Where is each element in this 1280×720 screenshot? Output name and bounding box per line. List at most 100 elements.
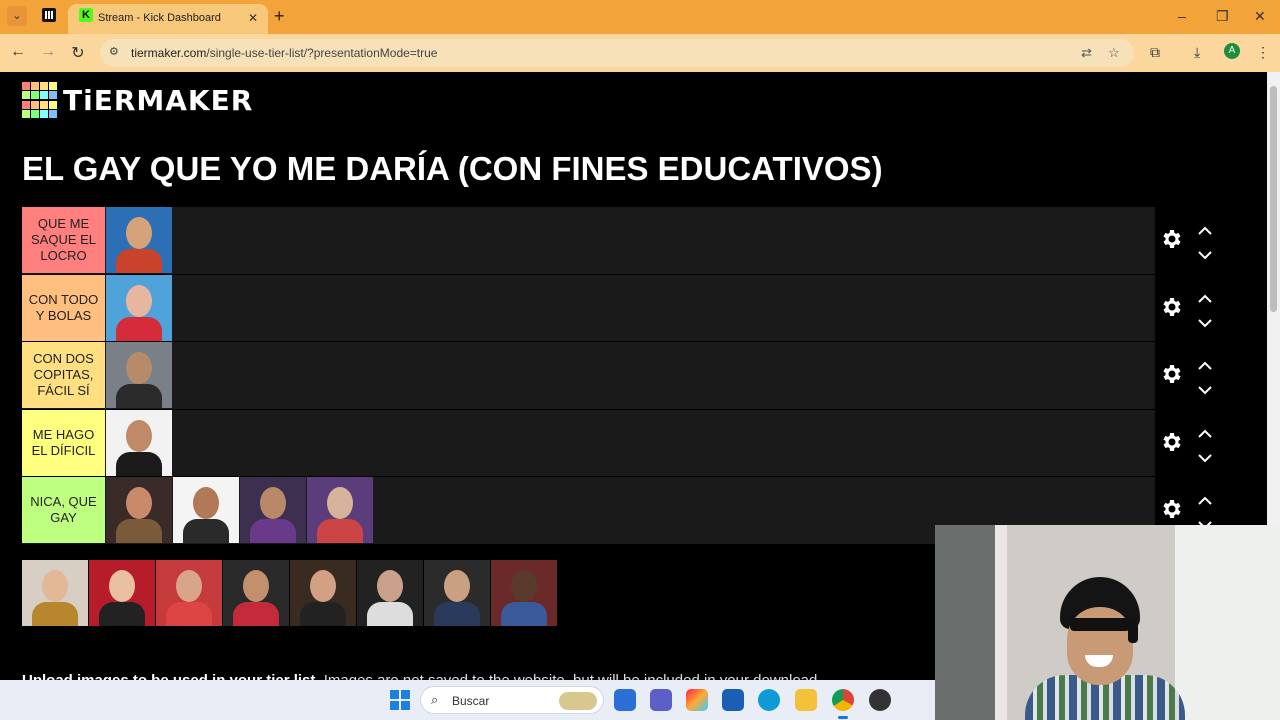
unranked-item-image[interactable] xyxy=(357,560,423,626)
tier-row: ME HAGO EL DÍFICIL xyxy=(22,409,1255,477)
webcam-person-glasses xyxy=(1070,618,1130,631)
tier-items[interactable] xyxy=(106,342,173,408)
chevron-up-icon[interactable] xyxy=(1197,291,1213,303)
chrome-icon[interactable] xyxy=(832,689,854,711)
tier-items[interactable] xyxy=(106,477,374,543)
tier-item-image[interactable] xyxy=(240,477,306,543)
upload-bold-text: Upload images to be used in your tier li… xyxy=(22,672,320,680)
thumbnail-face xyxy=(511,570,537,602)
translate-icon[interactable]: ⇄ xyxy=(1081,45,1092,61)
restore-button[interactable]: ❐ xyxy=(1216,8,1229,25)
unranked-item-image[interactable] xyxy=(290,560,356,626)
gear-icon[interactable] xyxy=(1160,497,1184,521)
chevron-up-icon[interactable] xyxy=(1197,223,1213,235)
search-icon: ⌕ xyxy=(431,692,439,707)
edge-icon[interactable] xyxy=(758,689,780,711)
thumbnail-body xyxy=(32,602,78,626)
unranked-item-image[interactable] xyxy=(223,560,289,626)
thumbnail-face xyxy=(327,487,353,519)
profile-avatar[interactable]: A xyxy=(1224,43,1240,59)
thumbnail-face xyxy=(193,487,219,519)
back-button[interactable]: ← xyxy=(8,43,28,61)
tier-label[interactable]: QUE ME SAQUE EL LOCRO xyxy=(22,207,105,273)
tier-items[interactable] xyxy=(106,274,173,341)
url-text[interactable]: tiermaker.com/single-use-tier-list/?pres… xyxy=(131,46,437,60)
thumbnail-body xyxy=(434,602,480,626)
thumbnail-body xyxy=(250,519,296,543)
tier-item-image[interactable] xyxy=(106,477,172,543)
thumbnail-body xyxy=(367,602,413,626)
address-bar[interactable]: ⚙ tiermaker.com/single-use-tier-list/?pr… xyxy=(100,39,1134,67)
download-icon[interactable]: ⤓ xyxy=(1194,44,1200,61)
tier-item-image[interactable] xyxy=(173,477,239,543)
thumbnail-body xyxy=(116,451,162,476)
chevron-down-icon[interactable] xyxy=(1197,382,1213,395)
tier-controls xyxy=(1155,342,1255,409)
tier-label[interactable]: CON DOS COPITAS, FÁCIL SÍ xyxy=(22,342,105,408)
gear-icon[interactable] xyxy=(1160,295,1184,319)
tier-item-image[interactable] xyxy=(106,409,172,476)
logo-grid-icon xyxy=(22,82,58,118)
thumbnail-face xyxy=(126,487,152,519)
taskbar-search[interactable]: ⌕ Buscar xyxy=(420,686,604,714)
new-tab-button[interactable]: + xyxy=(274,6,285,26)
upload-instructions: Upload images to be used in your tier li… xyxy=(22,672,822,680)
reload-button[interactable]: ↻ xyxy=(68,43,88,63)
unranked-item-image[interactable] xyxy=(22,560,88,626)
tab-kick-dashboard[interactable]: Stream - Kick Dashboard ✕ xyxy=(68,4,268,34)
tier-label[interactable]: ME HAGO EL DÍFICIL xyxy=(22,409,105,476)
thumbnail-body xyxy=(99,602,145,626)
thumbnail-body xyxy=(116,384,162,408)
close-window-button[interactable]: ✕ xyxy=(1254,8,1266,25)
tier-items[interactable] xyxy=(106,409,173,476)
tab-search-button[interactable]: ⌄ xyxy=(7,6,27,26)
thumbnail-face xyxy=(176,570,202,602)
webcam-background-window xyxy=(1175,525,1280,720)
tier-item-image[interactable] xyxy=(106,274,172,341)
tier-label[interactable]: CON TODO Y BOLAS xyxy=(22,274,105,341)
obs-icon[interactable] xyxy=(869,689,891,711)
scrollbar-thumb[interactable] xyxy=(1270,86,1277,312)
thumbnail-body xyxy=(116,316,162,341)
chevron-up-icon[interactable] xyxy=(1197,493,1213,505)
unranked-item-image[interactable] xyxy=(424,560,490,626)
copilot-icon[interactable] xyxy=(686,689,708,711)
tier-item-image[interactable] xyxy=(106,342,172,408)
close-icon[interactable]: ✕ xyxy=(248,11,258,25)
chevron-down-icon[interactable] xyxy=(1197,450,1213,462)
webcam-background-frame xyxy=(995,525,1007,720)
teams-icon[interactable] xyxy=(650,689,672,711)
webcam-background-door xyxy=(935,525,1003,720)
tier-row: CON DOS COPITAS, FÁCIL SÍ xyxy=(22,342,1255,410)
site-info-icon[interactable]: ⚙ xyxy=(109,45,123,59)
microsoft-store-icon[interactable] xyxy=(614,689,636,711)
bookmark-star-icon[interactable]: ☆ xyxy=(1108,45,1120,61)
menu-kebab-icon[interactable]: ⋮ xyxy=(1256,44,1270,61)
thumbnail-face xyxy=(310,570,336,602)
gear-icon[interactable] xyxy=(1160,362,1184,386)
tier-item-image[interactable] xyxy=(106,207,172,273)
minimize-button[interactable]: – xyxy=(1178,8,1186,24)
tier-item-image[interactable] xyxy=(307,477,373,543)
unranked-item-image[interactable] xyxy=(89,560,155,626)
unranked-item-image[interactable] xyxy=(156,560,222,626)
tier-row: QUE ME SAQUE EL LOCRO xyxy=(22,207,1255,275)
chevron-up-icon[interactable] xyxy=(1197,426,1213,438)
start-icon[interactable] xyxy=(390,690,410,710)
tier-list: QUE ME SAQUE EL LOCRO CON TODO Y BOLAS CON… xyxy=(22,207,1255,545)
thumbnail-face xyxy=(126,217,152,249)
chevron-down-icon[interactable] xyxy=(1197,247,1213,260)
unranked-item-image[interactable] xyxy=(491,560,557,626)
file-explorer-icon[interactable] xyxy=(795,689,817,711)
extensions-icon[interactable]: ⧉ xyxy=(1150,44,1160,61)
tier-label[interactable]: NICA, QUE GAY xyxy=(22,477,105,543)
tier-controls xyxy=(1155,274,1255,342)
gear-icon[interactable] xyxy=(1160,227,1184,251)
chevron-down-icon[interactable] xyxy=(1197,315,1213,327)
thumbnail-face xyxy=(126,352,152,384)
gear-icon[interactable] xyxy=(1160,430,1184,454)
chevron-up-icon[interactable] xyxy=(1197,358,1213,370)
tier-items[interactable] xyxy=(106,207,173,273)
visual-studio-icon[interactable] xyxy=(722,689,744,711)
forward-button[interactable]: → xyxy=(38,43,58,61)
